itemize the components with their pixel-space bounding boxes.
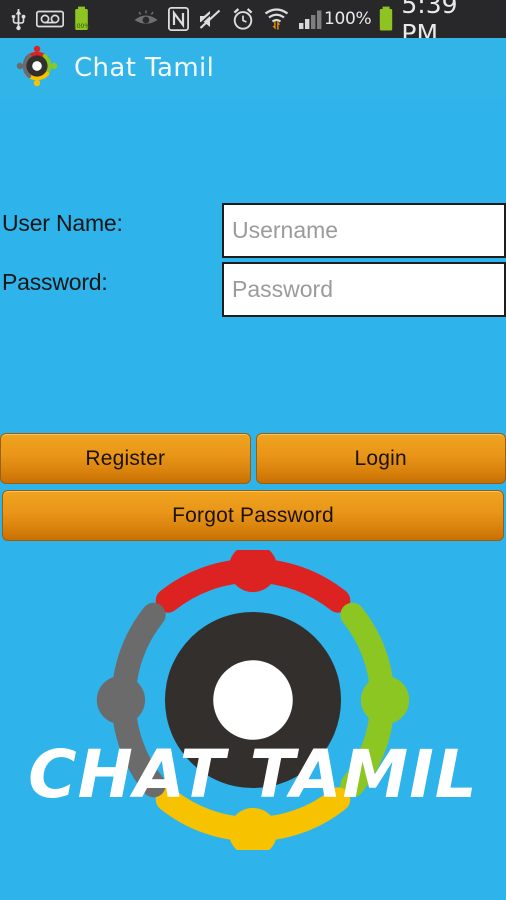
username-placeholder: Username [232,217,339,243]
nfc-icon [168,7,189,31]
alarm-clock-icon [231,7,255,31]
password-input[interactable]: Password [222,262,506,317]
battery-level-icon [378,6,394,32]
primary-button-row: Register Login [0,433,506,484]
status-bar-left-icons: 100% [10,6,324,32]
username-label: User Name: [2,210,123,236]
usb-icon [10,7,27,31]
password-field-row: Password: Password [0,257,506,317]
battery-percent-label: 100% [324,9,372,29]
login-form: User Name: Username Password: Password [0,198,506,317]
password-placeholder: Password [232,276,333,302]
app-title: Chat Tamil [74,53,215,83]
username-input[interactable]: Username [222,203,506,258]
wifi-icon [264,7,289,31]
sound-muted-icon [198,8,222,30]
password-label: Password: [2,269,108,295]
battery-charge-icon: 100% [73,6,90,32]
status-bar: 100% 100% 5:39 PM [0,0,506,48]
username-field-row: User Name: Username [0,198,506,258]
brand-wordmark: CHAT TAMIL [28,736,478,813]
forgot-password-button[interactable]: Forgot Password [2,490,504,541]
app-screen: 100% 100% 5:39 PM Chat Tamil User Name: … [0,0,506,900]
register-button[interactable]: Register [0,433,251,484]
action-bar: Chat Tamil [0,38,506,98]
content-card: User Name: Username Password: Password R… [0,100,506,900]
cellular-signal-icon [298,8,324,30]
svg-text:100%: 100% [73,23,90,30]
voicemail-icon [36,9,64,29]
login-button[interactable]: Login [255,433,506,484]
smart-stay-eye-icon [133,10,159,28]
app-logo-icon[interactable] [14,43,60,93]
